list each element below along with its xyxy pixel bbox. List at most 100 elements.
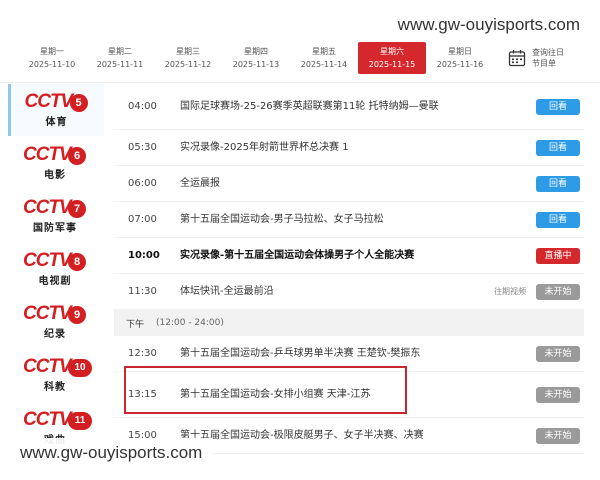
day-tab[interactable]: 星期三 2025-11-12 — [154, 42, 222, 74]
replay-button[interactable]: 回看 — [536, 175, 580, 192]
channel-number: 5 — [69, 94, 88, 112]
program-title[interactable]: 全运晨报 — [180, 177, 536, 191]
channel-number: 8 — [68, 253, 86, 271]
history-schedule-link[interactable]: 查询往日 节目单 — [508, 47, 564, 69]
channel-number: 10 — [68, 359, 92, 377]
day-weekday: 星期三 — [176, 47, 200, 56]
day-tab[interactable]: 星期日 2025-11-16 — [426, 42, 494, 74]
day-date: 2025-11-11 — [96, 60, 144, 69]
channel-logo: CCTV 8 电视剧 — [23, 250, 89, 288]
program-schedule: 04:00 国际足球赛场-25-26赛季英超联赛第11轮 托特纳姆—曼联 回看 05:… — [114, 84, 584, 454]
upcoming-status: 未开始 — [536, 386, 580, 403]
day-weekday: 星期一 — [40, 47, 64, 56]
program-title[interactable]: 第十五届全国运动会-男子马拉松、女子马拉松 — [180, 213, 536, 227]
channel-number: 9 — [68, 306, 86, 324]
channel-list: CCTV 5 体育 CCTV 6 电影 CCTV 7 国防军事 CCTV 8 电视剧 CCTV 9 纪录 CC… — [8, 84, 104, 454]
day-weekday: 星期二 — [108, 47, 132, 56]
past-videos-link[interactable]: 往期视频 — [494, 286, 526, 297]
channel-name: 电影 — [44, 170, 66, 181]
channel-number: 6 — [68, 147, 86, 165]
channel-logo: CCTV 6 电影 — [23, 144, 89, 182]
program-title[interactable]: 实况录像-第十五届全国运动会体操男子个人全能决赛 — [180, 249, 536, 263]
program-time: 13:15 — [128, 389, 157, 400]
section-label: 下午 — [126, 319, 145, 330]
channel-logo: CCTV 9 纪录 — [23, 303, 89, 341]
program-row: 12:30 第十五届全国运动会-乒乓球男单半决赛 王楚钦-樊振东 未开始 — [114, 336, 584, 372]
live-button[interactable]: 直播中 — [536, 247, 580, 264]
channel-item[interactable]: CCTV 10 科教 — [8, 349, 104, 401]
program-title[interactable]: 第十五届全国运动会-乒乓球男单半决赛 王楚钦-樊振东 — [180, 347, 536, 361]
section-header-afternoon: 下午 (12:00 - 24:00) — [114, 310, 584, 336]
day-date: 2025-11-15 — [368, 60, 416, 69]
calendar-icon — [508, 50, 526, 67]
channel-number: 11 — [68, 412, 92, 430]
channel-logo-text: CCTV — [23, 250, 72, 271]
channel-item[interactable]: CCTV 6 电影 — [8, 137, 104, 189]
day-tab[interactable]: 星期六 2025-11-15 — [358, 42, 426, 74]
program-title[interactable]: 第十五届全国运动会-女排小组赛 天津-江苏 — [180, 388, 536, 402]
channel-item[interactable]: CCTV 7 国防军事 — [8, 190, 104, 242]
program-time: 06:00 — [128, 178, 157, 189]
channel-name: 体育 — [45, 117, 68, 128]
section-time-range: (12:00 - 24:00) — [156, 318, 224, 328]
day-tab[interactable]: 星期二 2025-11-11 — [86, 42, 154, 74]
channel-name: 国防军事 — [33, 223, 77, 234]
program-title[interactable]: 第十五届全国运动会-极限皮艇男子、女子半决赛、决赛 — [180, 429, 536, 443]
upcoming-status: 未开始 — [536, 345, 580, 362]
program-time: 04:00 — [128, 101, 157, 112]
watermark-top: www.gw-ouyisports.com — [387, 10, 590, 40]
day-date: 2025-11-13 — [232, 60, 280, 69]
channel-logo: CCTV 7 国防军事 — [23, 197, 89, 235]
program-row: 11:30 体坛快讯-全运最前沿 往期视频 未开始 — [114, 274, 584, 310]
program-row: 10:00 实况录像-第十五届全国运动会体操男子个人全能决赛 直播中 — [114, 238, 584, 274]
channel-name: 科教 — [44, 382, 66, 393]
replay-button[interactable]: 回看 — [536, 211, 580, 228]
channel-name: 纪录 — [44, 329, 66, 340]
program-time: 12:30 — [128, 348, 157, 359]
program-row: 04:00 国际足球赛场-25-26赛季英超联赛第11轮 托特纳姆—曼联 回看 — [114, 84, 584, 130]
channel-item[interactable]: CCTV 5 体育 — [8, 84, 104, 136]
program-row: 07:00 第十五届全国运动会-男子马拉松、女子马拉松 回看 — [114, 202, 584, 238]
day-weekday: 星期日 — [448, 47, 472, 56]
day-date: 2025-11-16 — [436, 60, 484, 69]
channel-logo-text: CCTV — [24, 91, 74, 112]
program-title[interactable]: 体坛快讯-全运最前沿 — [180, 285, 494, 299]
day-weekday: 星期六 — [380, 47, 404, 56]
history-label: 查询往日 节目单 — [532, 48, 564, 68]
program-time: 10:00 — [128, 250, 160, 261]
program-row: 05:30 实况录像-2025年射箭世界杯总决赛 1 回看 — [114, 130, 584, 166]
channel-logo: CCTV 5 体育 — [25, 91, 91, 129]
program-time: 11:30 — [128, 286, 157, 297]
channel-item[interactable]: CCTV 8 电视剧 — [8, 243, 104, 295]
day-date: 2025-11-10 — [28, 60, 76, 69]
program-row: 13:15 第十五届全国运动会-女排小组赛 天津-江苏 未开始 — [114, 372, 584, 418]
upcoming-status: 未开始 — [536, 427, 580, 444]
day-tab[interactable]: 星期五 2025-11-14 — [290, 42, 358, 74]
channel-logo-text: CCTV — [23, 197, 72, 218]
replay-button[interactable]: 回看 — [536, 98, 580, 115]
program-time: 07:00 — [128, 214, 157, 225]
program-time: 05:30 — [128, 142, 157, 153]
date-selector: 星期一 2025-11-10 星期二 2025-11-11 星期三 2025-11-12 星… — [18, 40, 586, 76]
program-title[interactable]: 国际足球赛场-25-26赛季英超联赛第11轮 托特纳姆—曼联 — [180, 100, 536, 114]
channel-number: 7 — [68, 200, 86, 218]
channel-name: 电视剧 — [38, 276, 72, 287]
divider — [0, 82, 600, 83]
channel-logo-text: CCTV — [23, 303, 72, 324]
channel-logo-text: CCTV — [23, 356, 72, 377]
channel-logo-text: CCTV — [23, 409, 72, 430]
replay-button[interactable]: 回看 — [536, 139, 580, 156]
program-row: 06:00 全运晨报 回看 — [114, 166, 584, 202]
channel-logo: CCTV 10 科教 — [23, 356, 92, 394]
upcoming-status: 未开始 — [536, 283, 580, 300]
channel-logo-text: CCTV — [23, 144, 72, 165]
day-tab[interactable]: 星期一 2025-11-10 — [18, 42, 86, 74]
day-weekday: 星期四 — [244, 47, 268, 56]
program-title[interactable]: 实况录像-2025年射箭世界杯总决赛 1 — [180, 141, 536, 155]
watermark-bottom: www.gw-ouyisports.com — [10, 438, 213, 468]
day-tab[interactable]: 星期四 2025-11-13 — [222, 42, 290, 74]
day-date: 2025-11-14 — [300, 60, 348, 69]
day-date: 2025-11-12 — [164, 60, 212, 69]
channel-item[interactable]: CCTV 9 纪录 — [8, 296, 104, 348]
day-weekday: 星期五 — [312, 47, 336, 56]
